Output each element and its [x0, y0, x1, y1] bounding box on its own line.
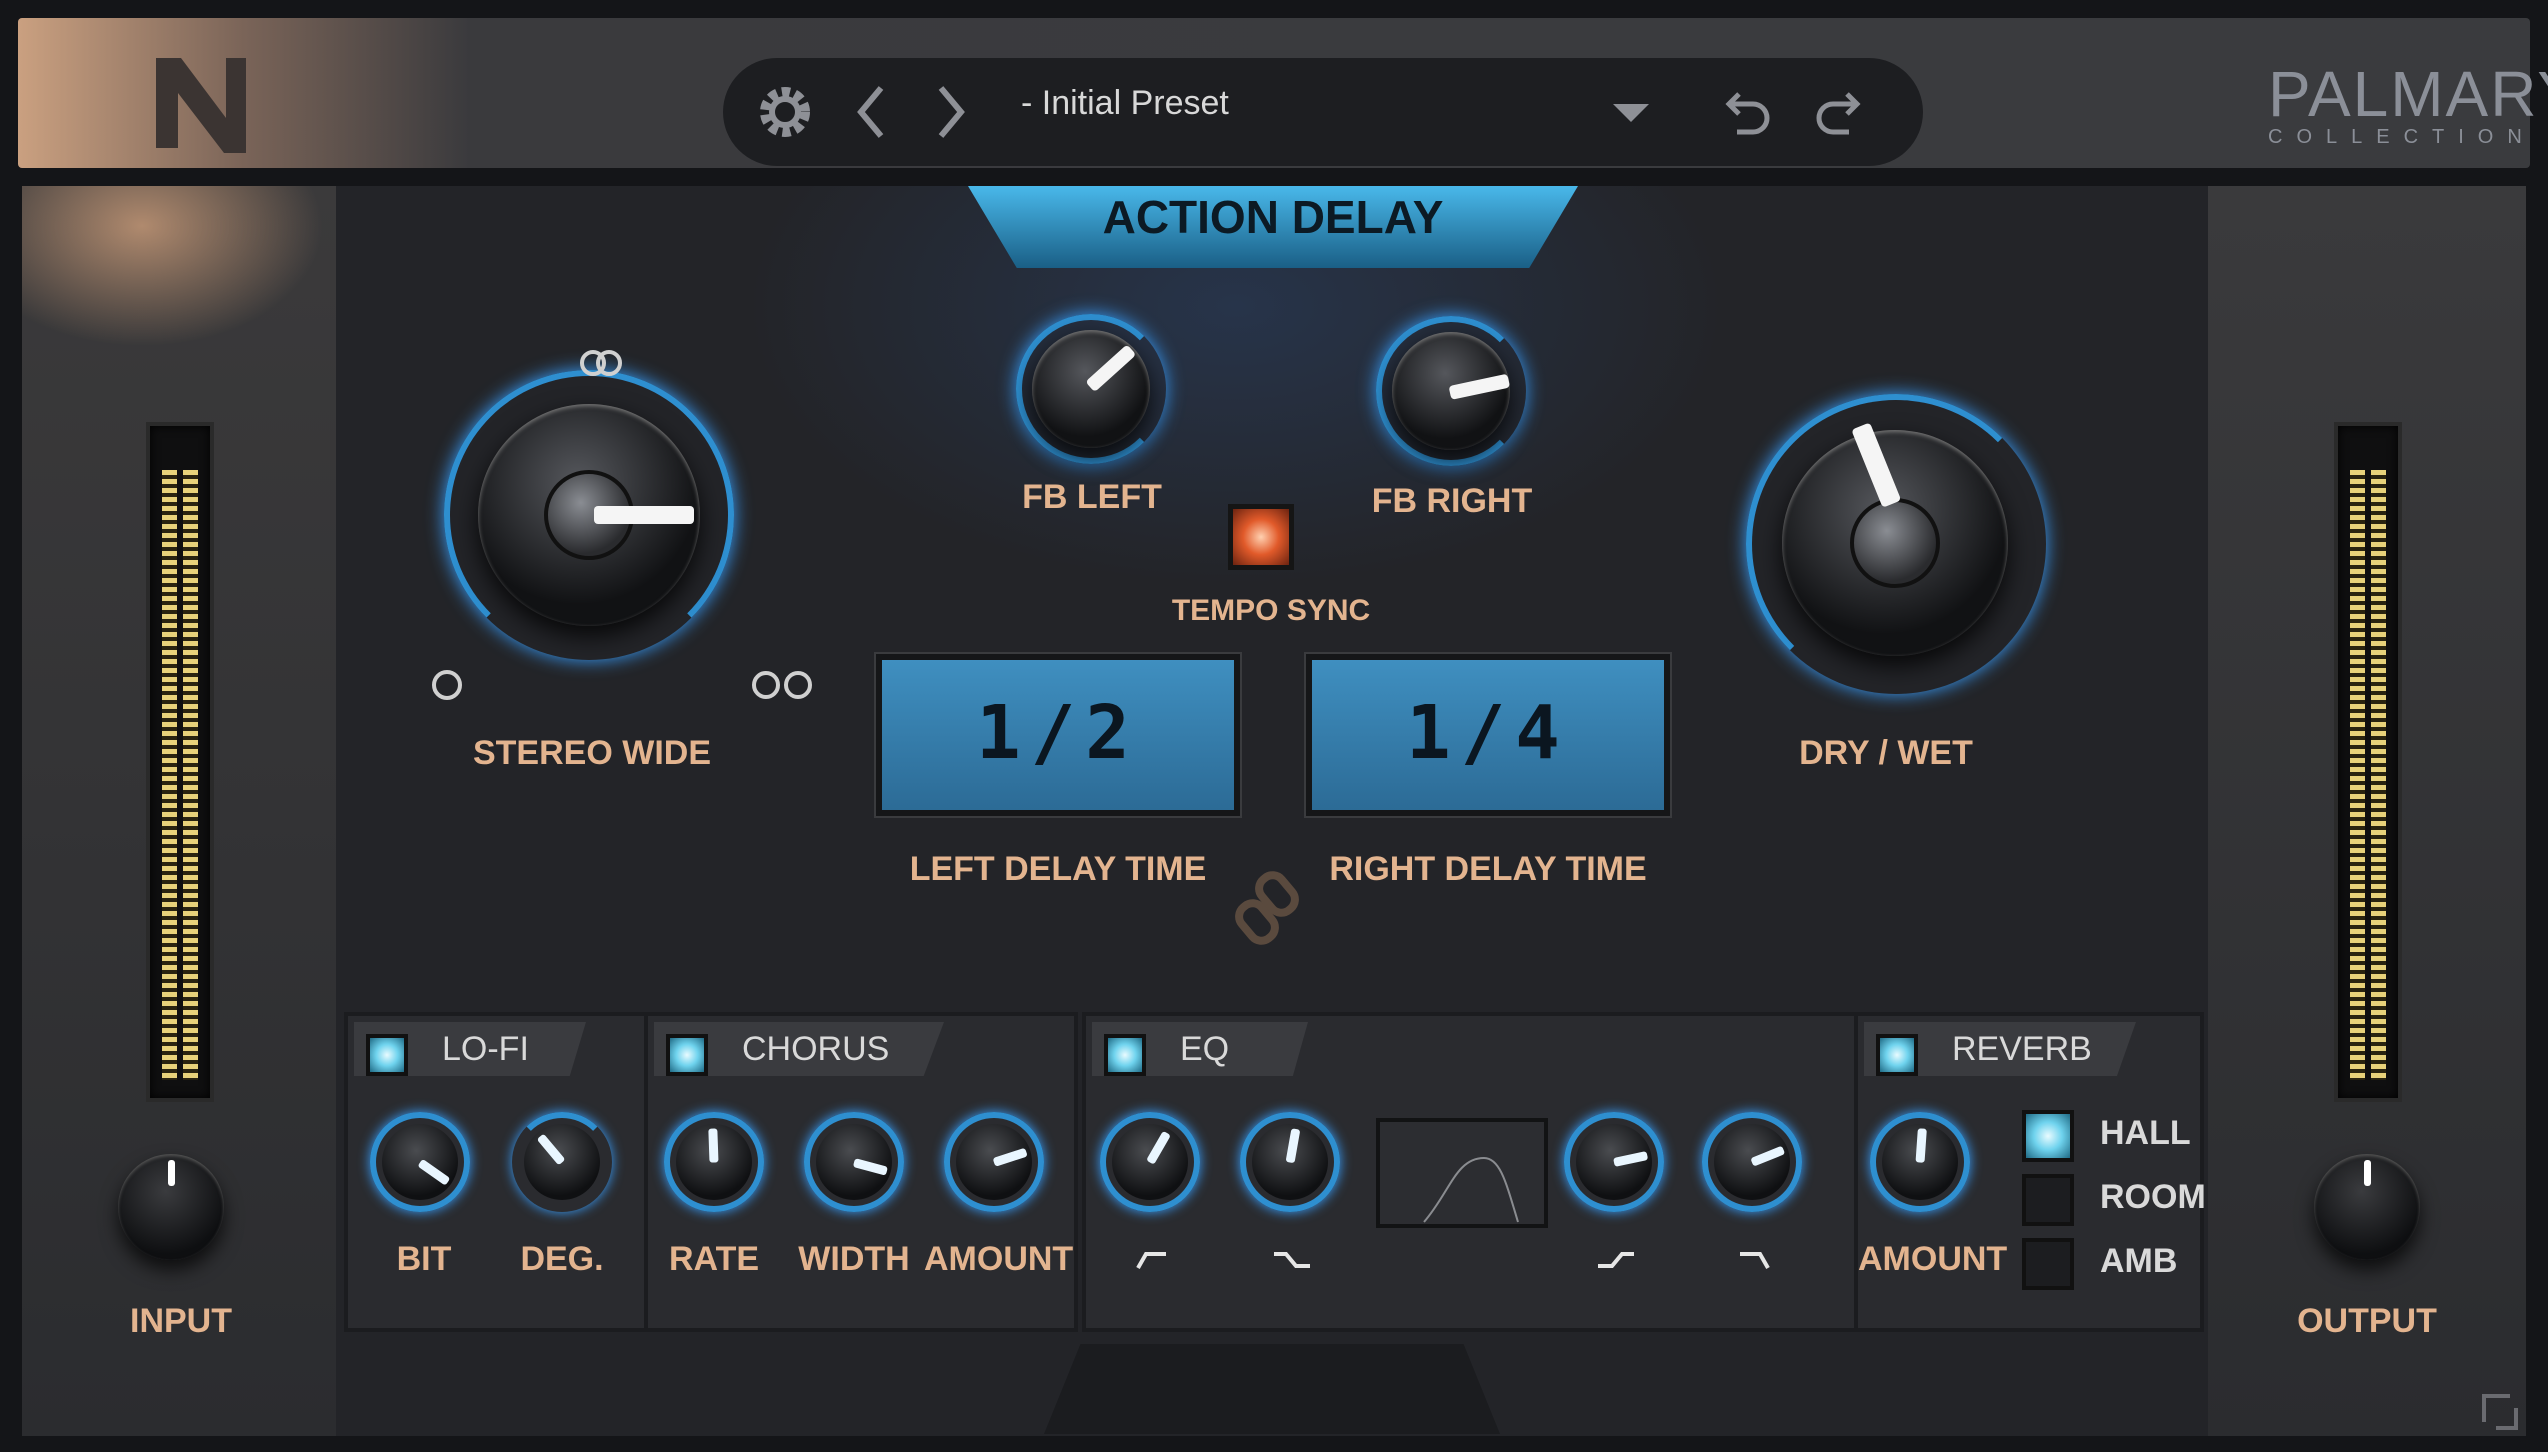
output-knob[interactable] [2314, 1154, 2420, 1260]
dry-wet-knob[interactable] [1746, 394, 2046, 694]
eq-curve-display [1376, 1118, 1548, 1228]
tempo-sync-label: TEMPO SYNC [1171, 594, 1371, 627]
left-delay-label: LEFT DELAY TIME [909, 850, 1207, 888]
eq-module: EQ [1082, 1012, 1858, 1332]
hall-label: HALL [2100, 1114, 2191, 1152]
dropdown-arrow-icon[interactable] [1599, 80, 1663, 144]
main-panel: ACTION DELAY STEREO WIDE FB LEFT FB RIGH… [336, 186, 2208, 1436]
hall-option[interactable] [2022, 1110, 2074, 1162]
gear-icon[interactable] [753, 80, 817, 144]
header-bar: - Initial Preset PALMARY COLLECTION [18, 18, 2548, 168]
left-delay-display[interactable]: 1/2 [876, 654, 1240, 816]
amb-label: AMB [2100, 1242, 2178, 1280]
low-shelf-shape-icon [1274, 1252, 1310, 1268]
amount-knob[interactable] [944, 1112, 1044, 1212]
fb-right-label: FB RIGHT [1371, 482, 1533, 520]
tempo-sync-button[interactable] [1228, 504, 1294, 570]
reverb-amount-knob[interactable] [1870, 1112, 1970, 1212]
width-label: WIDTH [798, 1240, 910, 1278]
preset-bar: - Initial Preset [723, 58, 1923, 166]
stereo-wide-max-icon [748, 668, 818, 702]
high-shelf-shape-icon [1598, 1252, 1634, 1268]
resize-handle-icon[interactable] [2480, 1392, 2520, 1432]
deg-label: DEG. [520, 1240, 604, 1278]
reverb-module: REVERB AMOUNT HALL ROOM AMB [1854, 1012, 2206, 1332]
reverb-header: REVERB [1864, 1022, 2136, 1076]
bit-knob[interactable] [370, 1112, 470, 1212]
rate-knob[interactable] [664, 1112, 764, 1212]
high-cut-shape-icon [1740, 1252, 1770, 1269]
stereo-wide-label: STEREO WIDE [472, 734, 712, 772]
width-knob[interactable] [804, 1112, 904, 1212]
chorus-toggle[interactable] [666, 1034, 708, 1076]
reverb-amount-label: AMOUNT [1858, 1240, 2008, 1278]
stereo-mono-icon [432, 670, 462, 700]
brand-logo: PALMARY COLLECTION [2268, 58, 2548, 148]
eq-low-cut-knob[interactable] [1100, 1112, 1200, 1212]
output-meter [2334, 422, 2402, 1102]
reverb-toggle[interactable] [1876, 1034, 1918, 1076]
brand-subtitle: COLLECTION [2268, 126, 2536, 148]
output-label: OUTPUT [2297, 1302, 2437, 1340]
stereo-wide-knob[interactable] [444, 370, 734, 660]
chorus-header: CHORUS [654, 1022, 944, 1076]
eq-high-shelf-knob[interactable] [1564, 1112, 1664, 1212]
chorus-module: CHORUS RATE WIDTH AMOUNT [644, 1012, 1078, 1332]
redo-icon[interactable] [1805, 80, 1869, 144]
dry-wet-label: DRY / WET [1799, 734, 1973, 772]
chevron-right-icon[interactable] [919, 80, 983, 144]
undo-icon[interactable] [1717, 80, 1781, 144]
reverb-name: REVERB [1952, 1030, 2092, 1068]
amb-option[interactable] [2022, 1238, 2074, 1290]
chevron-left-icon[interactable] [839, 80, 903, 144]
right-delay-display[interactable]: 1/4 [1306, 654, 1670, 816]
fb-right-knob[interactable] [1376, 316, 1526, 466]
amount-label: AMOUNT [924, 1240, 1074, 1278]
stereo-wide-top-icon [576, 348, 628, 378]
input-meter [146, 422, 214, 1102]
lofi-module: LO-FI BIT DEG. [344, 1012, 648, 1332]
input-panel: INPUT [22, 186, 340, 1436]
brand-logo-n [156, 58, 246, 153]
eq-low-shelf-knob[interactable] [1240, 1112, 1340, 1212]
lofi-name: LO-FI [442, 1030, 529, 1068]
eq-header: EQ [1092, 1022, 1308, 1076]
plugin-window: - Initial Preset PALMARY COLLECTION INPU… [0, 0, 2548, 1452]
base-stand [1044, 1344, 1500, 1434]
right-delay-label: RIGHT DELAY TIME [1329, 850, 1647, 888]
room-label: ROOM [2100, 1178, 2206, 1216]
fb-left-label: FB LEFT [1022, 478, 1162, 516]
fb-left-knob[interactable] [1016, 314, 1166, 464]
rate-label: RATE [668, 1240, 760, 1278]
eq-high-cut-knob[interactable] [1702, 1112, 1802, 1212]
brand-title: PALMARY [2268, 58, 2548, 130]
input-label: INPUT [130, 1302, 232, 1340]
left-delay-value: 1/2 [976, 690, 1140, 776]
plugin-title: ACTION DELAY [1102, 191, 1444, 243]
room-option[interactable] [2022, 1174, 2074, 1226]
preset-name[interactable]: - Initial Preset [1021, 84, 1229, 123]
eq-name: EQ [1180, 1030, 1230, 1068]
eq-toggle[interactable] [1104, 1034, 1146, 1076]
input-knob[interactable] [118, 1154, 224, 1260]
lofi-header: LO-FI [354, 1022, 586, 1076]
lofi-toggle[interactable] [366, 1034, 408, 1076]
bit-label: BIT [396, 1240, 452, 1278]
chorus-name: CHORUS [742, 1030, 890, 1068]
right-delay-value: 1/4 [1406, 690, 1570, 776]
output-panel: OUTPUT [2208, 186, 2526, 1436]
deg-knob[interactable] [512, 1112, 612, 1212]
link-icon[interactable] [1232, 868, 1302, 948]
low-cut-shape-icon [1136, 1252, 1166, 1269]
